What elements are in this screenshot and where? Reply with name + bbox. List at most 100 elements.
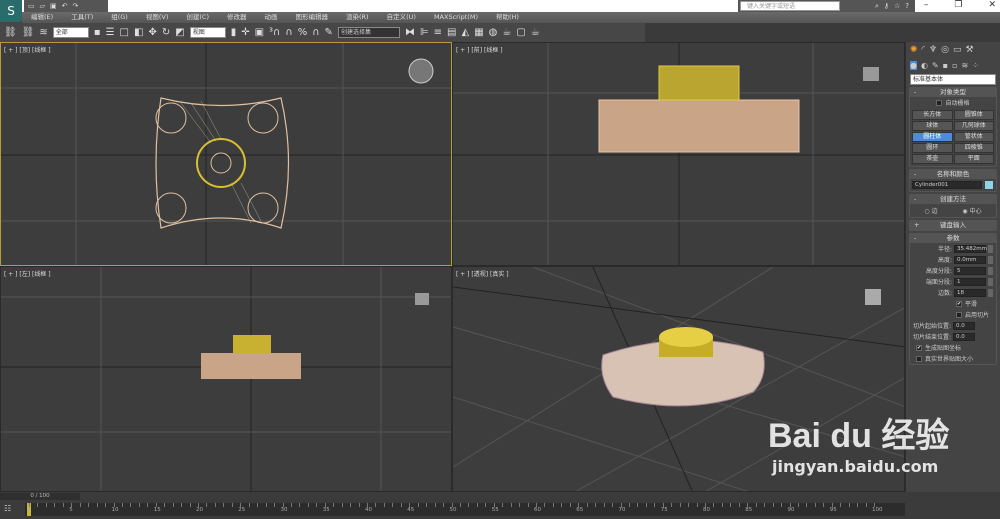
rotate-icon[interactable]: ↻ [162,27,170,38]
spacewarps-icon[interactable]: ≋ [962,61,969,70]
param-input[interactable]: 18 [954,288,986,297]
menu-item[interactable]: 动画 [256,12,287,23]
lights-icon[interactable]: ✎ [932,61,939,70]
viewport-label[interactable]: [ + ] [顶] [线框 ] [4,45,51,54]
radio-center[interactable]: ◉ 中心 [962,206,981,215]
named-selection-set[interactable]: 创建选择集 [337,27,400,38]
redo-icon[interactable]: ↷ [73,2,79,10]
new-icon[interactable]: ▭ [28,2,35,10]
menu-item[interactable]: 创建(C) [177,12,218,23]
align-icon[interactable]: ⊫ [420,27,429,38]
menu-item[interactable]: 工具(T) [62,12,102,23]
object-type-button[interactable]: 圆锥体 [953,110,994,120]
app-logo[interactable]: S [0,0,22,22]
real-world-checkbox[interactable] [916,355,922,362]
object-type-button[interactable]: 圆柱体 [912,132,953,142]
material-editor-icon[interactable]: ◍ [489,27,498,38]
viewport-top[interactable]: [ + ] [顶] [线框 ] [0,42,452,266]
key-icon[interactable]: ⚷ [884,2,889,10]
cameras-icon[interactable]: ▪ [943,61,948,70]
move-icon[interactable]: ✥ [148,27,156,38]
radio-edge[interactable]: ○ 边 [924,206,937,215]
undo-icon[interactable]: ↶ [62,2,68,10]
shapes-icon[interactable]: ◐ [921,61,928,70]
slice-to-input[interactable]: 0.0 [953,332,976,341]
spinner[interactable] [988,255,993,264]
menu-item[interactable]: 视图(V) [137,12,178,23]
close-button[interactable]: ✕ [988,0,996,10]
render-icon[interactable]: ☕ [531,27,540,38]
viewport-label[interactable]: [ + ] [左] [线框 ] [4,269,51,278]
gen-map-checkbox[interactable]: ✔ [916,344,922,351]
spinner-snap-icon[interactable]: ∩ [312,27,319,38]
menu-item[interactable]: 图形编辑器 [287,12,338,23]
edit-named-sel-icon[interactable]: ✎ [325,27,333,38]
menu-item[interactable]: 修改器 [218,12,256,23]
object-type-button[interactable]: 球体 [912,121,953,131]
param-input[interactable]: 35.482mm [954,244,987,253]
spinner[interactable] [988,244,993,253]
object-type-button[interactable]: 四棱锥 [953,143,994,153]
save-icon[interactable]: ▣ [50,2,57,10]
smooth-checkbox[interactable]: ✔ [956,300,962,307]
selection-filter-dropdown[interactable]: 全部 [52,27,89,38]
rollout-header[interactable]: + 键盘输入 [910,221,996,230]
object-type-button[interactable]: 长方体 [912,110,953,120]
param-input[interactable]: 0.0mm [954,255,986,264]
open-icon[interactable]: ▱ [40,2,45,10]
spinner[interactable] [988,277,993,286]
object-type-button[interactable]: 茶壶 [912,154,953,164]
viewport-label[interactable]: [ + ] [前] [线框 ] [456,45,503,54]
mirror-icon[interactable]: ⧓ [405,27,415,38]
link-icon[interactable]: ⛓ [4,27,17,38]
autogrid-checkbox[interactable] [936,99,943,106]
percent-snap-icon[interactable]: % [298,27,308,38]
unlink-icon[interactable]: ⛓ [22,27,35,38]
rollout-header[interactable]: - 名称和颜色 [910,170,996,179]
binoculars-icon[interactable]: ⌕ [875,2,879,11]
rollout-header[interactable]: - 参数 [910,234,996,243]
track-bar[interactable]: 0 5 10 15 20 25 30 35 40 45 50 55 60 65 70 75 80 85 90 95 10… [25,503,905,516]
rollout-header[interactable]: - 创建方法 [910,195,996,204]
helpers-icon[interactable]: ▫ [952,61,957,70]
minimize-button[interactable]: – [924,0,929,10]
spinner[interactable] [988,266,993,275]
maximize-button[interactable]: ❐ [954,0,962,10]
utilities-tab-icon[interactable]: ⚒ [966,45,974,55]
hierarchy-tab-icon[interactable]: ♆ [929,45,937,55]
scale-icon[interactable]: ◩ [175,27,184,38]
snap-toggle-icon[interactable]: ³∩ [269,27,280,38]
spinner[interactable] [988,288,993,297]
create-tab-icon[interactable]: ✺ [910,45,918,55]
star-icon[interactable]: ☆ [894,2,900,10]
select-by-name-icon[interactable]: ☰ [106,27,115,38]
param-input[interactable]: 5 [954,266,986,275]
geometry-icon[interactable]: ● [910,61,917,70]
search-input[interactable]: 键入关键字或短语 [740,1,840,11]
menu-item[interactable]: 组(G) [102,12,137,23]
reference-coord-dropdown[interactable]: 视图 [189,27,226,38]
slice-from-input[interactable]: 0.0 [953,321,976,330]
rollout-header[interactable]: - 对象类型 [910,88,996,97]
manipulate-icon[interactable]: ✛ [241,27,249,38]
keyboard-shortcut-icon[interactable]: ▣ [255,27,264,38]
display-tab-icon[interactable]: ▭ [953,45,962,55]
select-object-icon[interactable]: ▪ [94,27,101,38]
help-icon[interactable]: ? [905,2,909,10]
bind-spacewarp-icon[interactable]: ≋ [39,27,47,38]
motion-tab-icon[interactable]: ◎ [941,45,949,55]
color-swatch[interactable] [985,181,993,189]
pivot-icon[interactable]: ▮ [231,27,237,38]
object-type-button[interactable]: 圆环 [912,143,953,153]
menu-item[interactable]: 帮助(H) [487,12,528,23]
menu-item[interactable]: 编辑(E) [22,12,62,23]
viewport-label[interactable]: [ + ] [透视] [真实 ] [456,269,509,278]
object-name-input[interactable]: Cylinder001 [912,181,982,189]
systems-icon[interactable]: ⁘ [972,61,979,70]
layer-icon[interactable]: ≡ [434,27,442,38]
menu-item[interactable]: 渲染(R) [337,12,378,23]
render-setup-icon[interactable]: ☕ [502,27,511,38]
window-crossing-icon[interactable]: ◧ [134,27,143,38]
angle-snap-icon[interactable]: ∩ [285,27,292,38]
category-dropdown[interactable]: 标准基本体 [910,74,996,85]
